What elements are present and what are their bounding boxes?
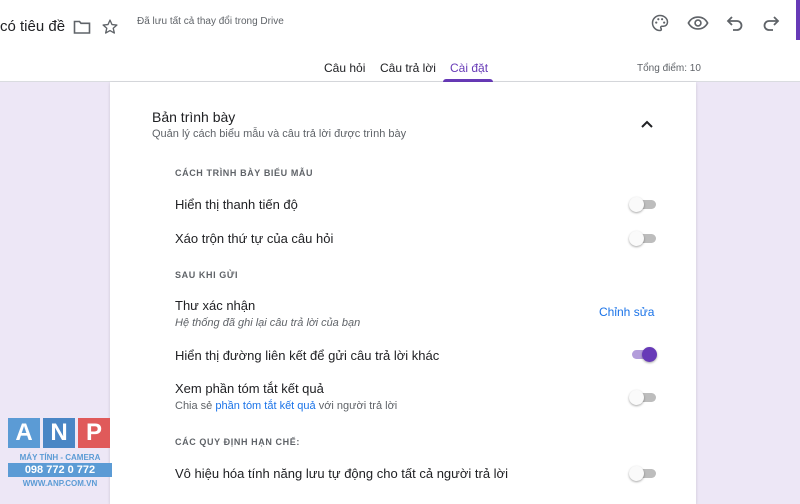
tab-settings[interactable]: Cài đặt [450,61,488,75]
shuffle-questions-toggle[interactable] [629,231,657,246]
resubmit-link-label: Hiển thị đường liên kết để gửi câu trả l… [175,348,440,363]
group-heading-form-presentation: CÁCH TRÌNH BÀY BIỂU MẪU [175,168,314,178]
confirmation-message-text: Hệ thống đã ghi lại câu trả lời của bạn [175,317,361,329]
group-heading-restrictions: CÁC QUY ĐỊNH HẠN CHẾ: [175,437,300,447]
results-summary-sub: Chia sẻ phần tóm tắt kết quả với người t… [175,400,397,412]
results-summary-suffix: với người trả lời [315,400,398,412]
eye-icon[interactable] [684,9,712,37]
results-summary-prefix: Chia sẻ [175,400,216,412]
chevron-up-icon[interactable] [640,116,660,130]
results-summary-label: Xem phần tóm tắt kết quả [175,381,324,396]
disable-autosave-label: Vô hiệu hóa tính năng lưu tự động cho tấ… [175,466,508,481]
document-title[interactable]: có tiêu đề [0,18,65,35]
presentation-settings-card: Bản trình bày Quản lý cách biểu mẫu và c… [110,82,696,504]
edit-confirmation-link[interactable]: Chỉnh sửa [599,305,654,319]
anp-watermark-logo: A N P MÁY TÍNH - CAMERA 098 772 0 772 WW… [8,418,112,496]
resubmit-link-toggle[interactable] [629,347,657,362]
tab-questions[interactable]: Câu hỏi [324,61,365,75]
total-points: Tổng điểm: 10 [637,63,701,74]
progress-bar-toggle[interactable] [629,197,657,212]
results-summary-link[interactable]: phần tóm tắt kết quả [215,400,315,412]
confirmation-message-label: Thư xác nhận [175,298,256,313]
disable-autosave-toggle[interactable] [629,466,657,481]
logo-letter-a: A [8,418,40,448]
logo-website: WWW.ANP.COM.VN [22,479,98,488]
group-heading-after-submit: SAU KHI GỬI [175,270,239,280]
redo-icon[interactable] [757,9,785,37]
section-subtitle: Quản lý cách biểu mẫu và câu trả lời đượ… [152,128,407,140]
section-title: Bản trình bày [152,109,236,125]
star-icon[interactable] [96,13,124,41]
palette-icon[interactable] [646,9,674,37]
folder-icon[interactable] [68,13,96,41]
logo-phone: 098 772 0 772 [8,463,112,477]
progress-bar-label: Hiển thị thanh tiến độ [175,197,298,212]
top-bar: có tiêu đề Đã lưu tất cả thay đổi trong … [0,0,800,82]
logo-letter-n: N [43,418,75,448]
undo-icon[interactable] [721,9,749,37]
save-status: Đã lưu tất cả thay đổi trong Drive [137,16,284,27]
logo-tagline: MÁY TÍNH - CAMERA [19,453,101,462]
tab-responses[interactable]: Câu trả lời [380,61,436,75]
shuffle-questions-label: Xáo trộn thứ tự của câu hỏi [175,231,334,246]
account-edge [796,0,800,40]
results-summary-toggle[interactable] [629,390,657,405]
logo-letter-p: P [78,418,110,448]
